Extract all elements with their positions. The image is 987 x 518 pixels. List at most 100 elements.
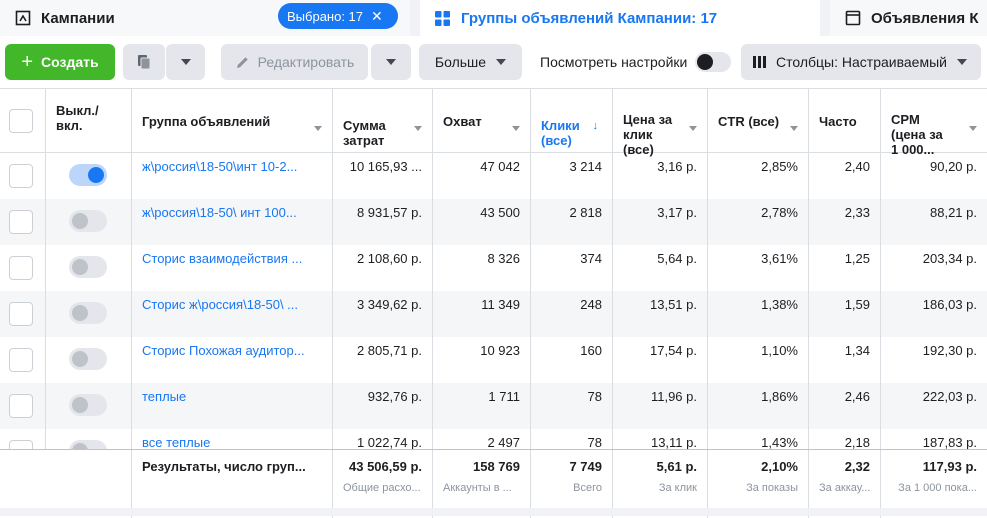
chevron-down-icon (180, 59, 191, 65)
header-spend-label: Сумма затрат (343, 118, 386, 148)
header-ctr[interactable]: CTR (все) (708, 89, 809, 153)
header-cpm-label: CPM (цена за 1 000... (891, 112, 943, 157)
cell-spend: 8 931,57 р. (333, 199, 433, 245)
create-button[interactable]: + Создать (5, 44, 115, 80)
selected-count-pill[interactable]: Выбрано: 17 ✕ (278, 3, 398, 29)
header-toggle[interactable]: Выкл./ вкл. (46, 89, 132, 153)
row-select-cell (0, 245, 46, 291)
tab-ads[interactable]: Объявления К (830, 0, 987, 36)
chevron-down-icon (969, 119, 977, 134)
edit-dropdown-button[interactable] (371, 44, 411, 80)
table-row[interactable]: Сторис Похожая аудитор... 2 805,71 р. 10 9… (0, 337, 987, 383)
row-status-toggle[interactable] (69, 302, 107, 324)
tab-bar: Кампании Выбрано: 17 ✕ Группы объявлений… (0, 0, 987, 36)
row-status-toggle[interactable] (69, 210, 107, 232)
cell-reach: 10 923 (433, 337, 531, 383)
edit-button[interactable]: Редактировать (221, 44, 368, 80)
adset-name-link[interactable]: ж\россия\18-50\ инт 100... (132, 199, 333, 245)
adset-name-link[interactable]: Сторис Похожая аудитор... (132, 337, 333, 383)
row-status-toggle[interactable] (69, 348, 107, 370)
more-button[interactable]: Больше (419, 44, 522, 80)
table-header: Выкл./ вкл. Группа объявлений Сумма затр… (0, 89, 987, 157)
row-checkbox[interactable] (9, 210, 33, 234)
edit-label: Редактировать (257, 54, 355, 70)
table-row[interactable]: ж\россия\18-50\ инт 100... 8 931,57 р. 43 … (0, 199, 987, 245)
row-select-cell (0, 291, 46, 337)
row-status-toggle[interactable] (69, 164, 107, 186)
header-select-all (0, 89, 46, 153)
header-ctr-label: CTR (все) (718, 114, 780, 129)
row-checkbox[interactable] (9, 164, 33, 188)
row-toggle-cell (46, 245, 132, 291)
cell-cpm: 88,21 р. (930, 205, 977, 220)
cell-clicks: 248 (531, 291, 613, 337)
row-select-cell (0, 383, 46, 429)
chevron-down-icon (689, 119, 697, 134)
cell-ctr: 1,10% (708, 337, 809, 383)
horizontal-scrollbar[interactable] (0, 508, 987, 516)
chevron-down-icon (512, 119, 520, 134)
cell-cpc: 13,51 р. (613, 291, 708, 337)
table-row[interactable]: теплые 932,76 р. 1 711 78 11,96 р. 1,86% 2,46 2… (0, 383, 987, 429)
duplicate-button[interactable] (123, 44, 165, 80)
header-clicks[interactable]: Клики (все) ↓ (531, 89, 613, 153)
chevron-down-icon (496, 59, 507, 65)
totals-cpc-sub: За клик (658, 482, 697, 494)
header-clicks-label: Клики (все) (541, 118, 580, 148)
ad-icon (844, 10, 861, 27)
row-checkbox[interactable] (9, 348, 33, 372)
tab-adsets[interactable]: Группы объявлений Кампании: 17 (420, 0, 820, 36)
totals-reach-sub: Аккаунты в ... (443, 482, 512, 494)
header-adset-name[interactable]: Группа объявлений (132, 89, 333, 153)
select-all-checkbox[interactable] (9, 109, 33, 133)
table-row[interactable]: Сторис ж\россия\18-50\ ... 3 349,62 р. 11 … (0, 291, 987, 337)
row-checkbox[interactable] (9, 394, 33, 418)
header-frequency[interactable]: Часто (809, 89, 881, 153)
adset-name-link[interactable]: теплые (132, 383, 333, 429)
row-toggle-cell (46, 337, 132, 383)
folder-icon (14, 10, 31, 27)
duplicate-dropdown-button[interactable] (166, 44, 205, 80)
totals-cpm-value: 117,93 р. (922, 459, 977, 474)
header-cpc-label: Цена за клик (все) (623, 112, 673, 157)
header-reach[interactable]: Охват (433, 89, 531, 153)
columns-button[interactable]: Столбцы: Настраиваемый (741, 44, 981, 80)
pencil-icon (236, 56, 248, 68)
header-cpc[interactable]: Цена за клик (все) (613, 89, 708, 157)
table-row[interactable]: Сторис взаимодействия ... 2 108,60 р. 8 32… (0, 245, 987, 291)
totals-frequency-sub: За аккау... (819, 482, 871, 494)
adset-name-link[interactable]: Сторис ж\россия\18-50\ ... (132, 291, 333, 337)
chevron-down-icon (414, 119, 422, 134)
chevron-down-icon (314, 119, 322, 134)
cell-freq: 1,25 (809, 245, 881, 291)
tab-campaigns[interactable]: Кампании Выбрано: 17 ✕ (0, 0, 410, 36)
row-checkbox[interactable] (9, 256, 33, 280)
cell-clicks: 160 (531, 337, 613, 383)
create-label: Создать (41, 54, 99, 70)
row-select-cell (0, 199, 46, 245)
header-reach-label: Охват (443, 114, 482, 129)
cell-freq: 2,33 (809, 199, 881, 245)
close-icon[interactable]: ✕ (371, 8, 383, 25)
row-select-cell (0, 337, 46, 383)
adset-name-link[interactable]: ж\россия\18-50\инт 10-2... (132, 153, 333, 199)
duplicate-icon (138, 55, 151, 70)
view-settings-toggle[interactable] (695, 52, 731, 72)
cell-spend: 932,76 р. (333, 383, 433, 429)
cell-cpc: 11,96 р. (613, 383, 708, 429)
cell-reach: 8 326 (433, 245, 531, 291)
cell-clicks: 3 214 (531, 153, 613, 199)
adset-name-link[interactable]: Сторис взаимодействия ... (132, 245, 333, 291)
header-spend[interactable]: Сумма затрат (333, 89, 433, 153)
toggle-knob (72, 397, 88, 413)
cell-ctr: 2,85% (708, 153, 809, 199)
header-cpm[interactable]: CPM (цена за 1 000... (881, 89, 987, 157)
selected-count-label: Выбрано: 17 (287, 8, 364, 24)
row-status-toggle[interactable] (69, 394, 107, 416)
row-toggle-cell (46, 291, 132, 337)
table-row[interactable]: ж\россия\18-50\инт 10-2... 10 165,93 ... 4… (0, 153, 987, 199)
row-status-toggle[interactable] (69, 256, 107, 278)
cell-ctr: 1,86% (708, 383, 809, 429)
columns-icon (753, 56, 766, 68)
row-checkbox[interactable] (9, 302, 33, 326)
